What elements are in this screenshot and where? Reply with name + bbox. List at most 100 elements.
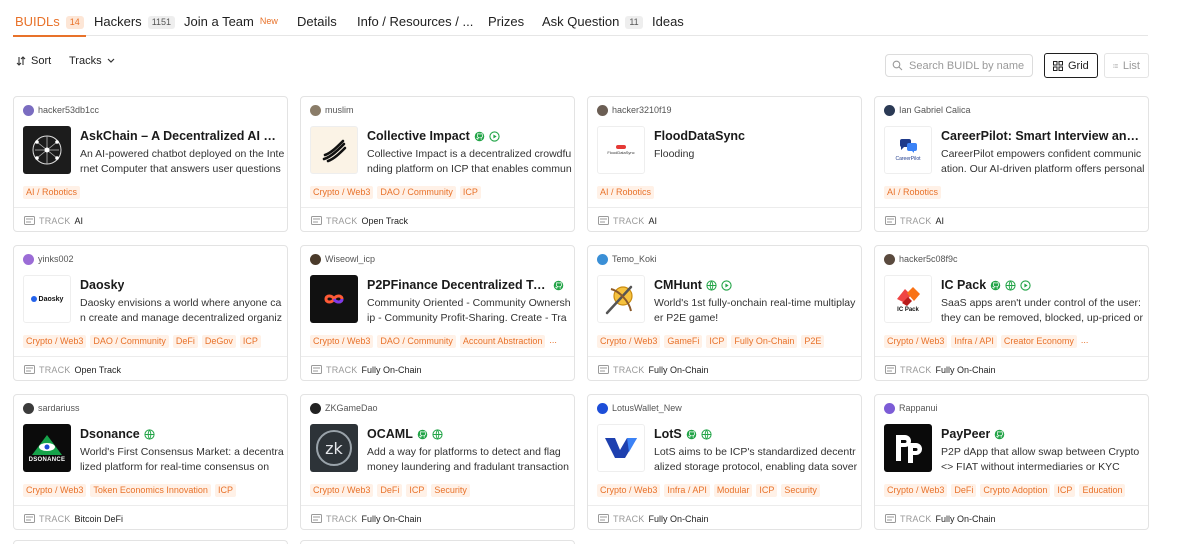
- project-title[interactable]: OCAML: [367, 427, 413, 441]
- tag[interactable]: Crypto / Web3: [884, 335, 948, 348]
- globe-icon[interactable]: [701, 428, 712, 440]
- tab-details[interactable]: Details: [297, 10, 337, 36]
- tag[interactable]: AI / Robotics: [597, 186, 655, 199]
- tag[interactable]: AI / Robotics: [23, 186, 81, 199]
- project-title[interactable]: P2PFinance Decentralized Trading: [367, 278, 549, 292]
- buidl-card[interactable]: sardariuss DSONANCE Dsonance World's Fir…: [13, 394, 288, 530]
- project-title[interactable]: AskChain – A Decentralized AI Q&A: [80, 129, 279, 143]
- project-title[interactable]: FloodDataSync: [654, 129, 745, 143]
- tag[interactable]: ICP: [406, 484, 428, 497]
- tag[interactable]: P2E: [801, 335, 825, 348]
- tag[interactable]: ICP: [239, 335, 261, 348]
- sort-button[interactable]: Sort: [16, 55, 51, 67]
- github-icon[interactable]: [994, 429, 1005, 440]
- tab-ideas[interactable]: Ideas: [652, 10, 684, 36]
- tag[interactable]: ICP: [1054, 484, 1076, 497]
- author-name[interactable]: Ian Gabriel Calica: [899, 105, 971, 115]
- globe-icon[interactable]: [706, 279, 717, 291]
- author-name[interactable]: Wiseowl_icp: [325, 254, 375, 264]
- list-view-button[interactable]: List: [1104, 53, 1149, 78]
- author-name[interactable]: ZKGameDao: [325, 403, 378, 413]
- author-name[interactable]: hacker53db1cc: [38, 105, 99, 115]
- tag[interactable]: DAO / Community: [377, 186, 456, 199]
- tag[interactable]: AI / Robotics: [884, 186, 942, 199]
- tag[interactable]: Education: [1079, 484, 1126, 497]
- buidl-card[interactable]: Ian Gabriel Calica CareerPilot CareerPil…: [874, 96, 1149, 232]
- github-icon[interactable]: [990, 280, 1001, 291]
- tag[interactable]: Security: [781, 484, 820, 497]
- tab-info-resources[interactable]: Info / Resources / ...: [357, 10, 473, 36]
- buidl-card[interactable]: LotusWallet_New LotS LotS aims to be ICP…: [587, 394, 862, 530]
- author-name[interactable]: hacker3210f19: [612, 105, 672, 115]
- tag[interactable]: ICP: [459, 186, 481, 199]
- tag[interactable]: Crypto / Web3: [884, 484, 948, 497]
- buidl-card[interactable]: yinks002 Daosky Daosky Daosky envisions …: [13, 245, 288, 381]
- buidl-card[interactable]: hacker3210f19 FloodDataSync FloodDataSyn…: [587, 96, 862, 232]
- author-name[interactable]: Temo_Koki: [612, 254, 657, 264]
- project-title[interactable]: LotS: [654, 427, 682, 441]
- tag[interactable]: Infra / API: [664, 484, 710, 497]
- more-tags[interactable]: ...: [1081, 335, 1089, 348]
- tag[interactable]: DeGov: [201, 335, 236, 348]
- tab-buidls[interactable]: BUIDLs 14: [13, 10, 86, 37]
- tag[interactable]: ICP: [756, 484, 778, 497]
- tab-prizes[interactable]: Prizes: [488, 10, 524, 36]
- tag[interactable]: Creator Economy: [1000, 335, 1077, 348]
- author-name[interactable]: Rappanui: [899, 403, 938, 413]
- project-title[interactable]: Dsonance: [80, 427, 140, 441]
- tag[interactable]: GameFi: [664, 335, 703, 348]
- tag[interactable]: Crypto / Web3: [23, 484, 87, 497]
- tag[interactable]: Crypto / Web3: [23, 335, 87, 348]
- tag[interactable]: ICP: [706, 335, 728, 348]
- tag[interactable]: Modular: [713, 484, 753, 497]
- github-icon[interactable]: [474, 131, 485, 142]
- globe-icon[interactable]: [144, 428, 155, 440]
- tag[interactable]: Token Economics Innovation: [90, 484, 211, 497]
- github-icon[interactable]: [686, 429, 697, 440]
- play-icon[interactable]: [489, 130, 500, 142]
- project-title[interactable]: PayPeer: [941, 427, 990, 441]
- grid-view-button[interactable]: Grid: [1044, 53, 1098, 78]
- buidl-card[interactable]: muslim Collective Impact Collective Impa…: [300, 96, 575, 232]
- buidl-card[interactable]: Temo_Koki CMHunt World's 1st fully-oncha…: [587, 245, 862, 381]
- project-title[interactable]: Collective Impact: [367, 129, 470, 143]
- tab-ask-question[interactable]: Ask Question 11: [542, 10, 643, 36]
- search-input[interactable]: [909, 59, 1027, 72]
- tag[interactable]: DeFi: [951, 484, 977, 497]
- author-name[interactable]: muslim: [325, 105, 354, 115]
- buidl-card[interactable]: ZKGameDao zk OCAML Add a way for platfor…: [300, 394, 575, 530]
- project-title[interactable]: CMHunt: [654, 278, 702, 292]
- author-name[interactable]: hacker5c08f9c: [899, 254, 958, 264]
- tab-join-a-team[interactable]: Join a Team New: [184, 10, 278, 36]
- tag[interactable]: Crypto / Web3: [310, 335, 374, 348]
- play-icon[interactable]: [1020, 279, 1031, 291]
- tag[interactable]: DeFi: [377, 484, 403, 497]
- play-icon[interactable]: [721, 279, 732, 291]
- globe-icon[interactable]: [1005, 279, 1016, 291]
- project-title[interactable]: CareerPilot: Smart Interview and Prep: [941, 129, 1140, 143]
- project-title[interactable]: IC Pack: [941, 278, 986, 292]
- buidl-card[interactable]: hacker53db1cc AskChain – A Decentralized…: [13, 96, 288, 232]
- tag[interactable]: Crypto / Web3: [310, 484, 374, 497]
- tag[interactable]: Crypto / Web3: [310, 186, 374, 199]
- more-tags[interactable]: ...: [549, 335, 557, 348]
- tag[interactable]: Security: [431, 484, 470, 497]
- buidl-card[interactable]: hacker5c08f9c IC Pack IC Pack SaaS apps …: [874, 245, 1149, 381]
- globe-icon[interactable]: [432, 428, 443, 440]
- tag[interactable]: Crypto Adoption: [980, 484, 1051, 497]
- buidl-card[interactable]: Rappanui PayPeer P2P dApp that allow swa…: [874, 394, 1149, 530]
- tag[interactable]: DAO / Community: [377, 335, 456, 348]
- tag[interactable]: Crypto / Web3: [597, 484, 661, 497]
- tag[interactable]: Account Abstraction: [459, 335, 546, 348]
- author-name[interactable]: yinks002: [38, 254, 74, 264]
- buidl-card[interactable]: Wiseowl_icp P2PFinance Decentralized Tra…: [300, 245, 575, 381]
- tag[interactable]: ICP: [214, 484, 236, 497]
- github-icon[interactable]: [553, 280, 564, 291]
- tag[interactable]: Infra / API: [951, 335, 997, 348]
- tag[interactable]: DAO / Community: [90, 335, 169, 348]
- github-icon[interactable]: [417, 429, 428, 440]
- tracks-dropdown[interactable]: Tracks: [69, 55, 115, 67]
- author-name[interactable]: sardariuss: [38, 403, 80, 413]
- tag[interactable]: DeFi: [172, 335, 198, 348]
- tab-hackers[interactable]: Hackers 1151: [94, 10, 176, 36]
